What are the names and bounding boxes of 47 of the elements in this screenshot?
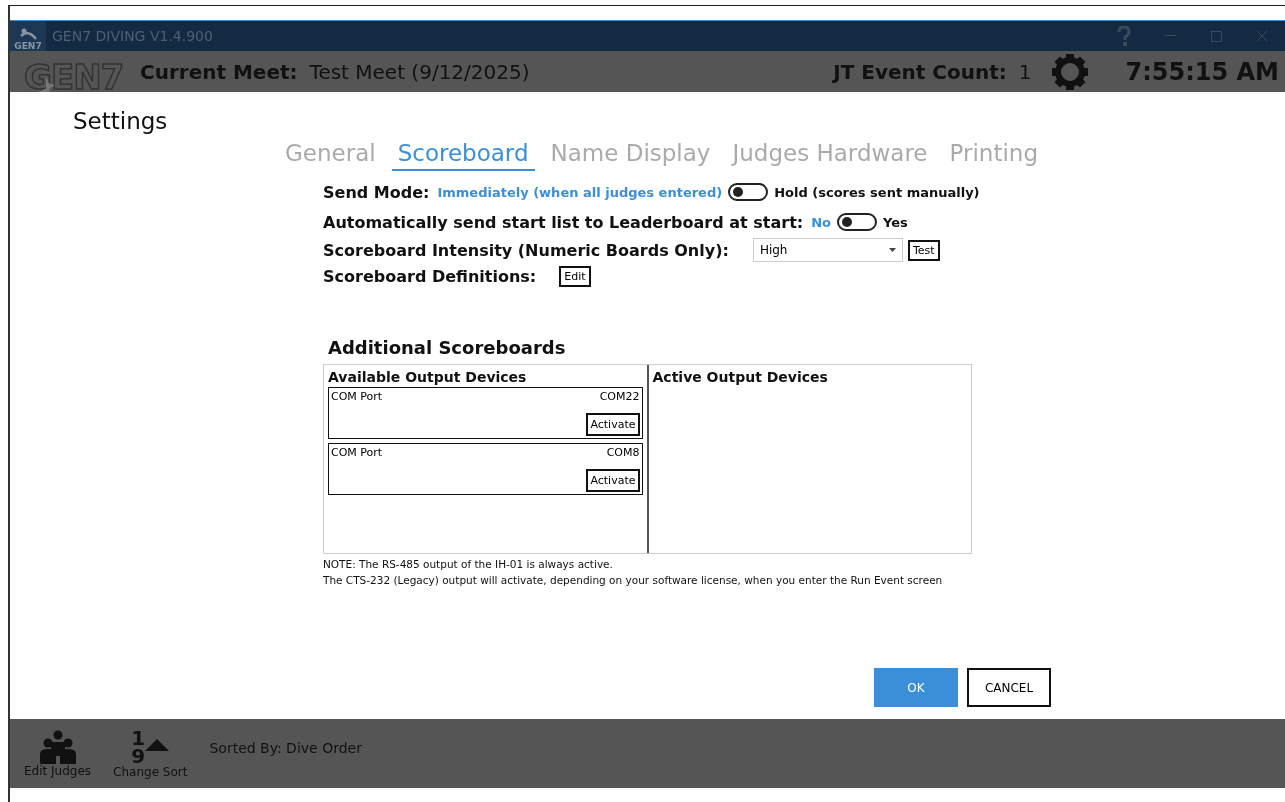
note-text: NOTE: The RS-485 output of the IH-01 is always active.	[323, 557, 614, 572]
settings-tab[interactable]: Printing	[943, 140, 1044, 171]
toggle-switch[interactable]	[837, 213, 877, 231]
edit-judges-label[interactable]: Edit Judges	[24, 763, 92, 778]
caret-icon[interactable]	[888, 248, 896, 252]
toggle-option: Hold (scores sent manually)	[774, 184, 980, 200]
column-title: Available Output Devices	[328, 369, 528, 385]
edit-button[interactable]: Edit	[559, 265, 591, 287]
sort-digits: 1 9	[131, 728, 146, 765]
intensity-dropdown[interactable]: High	[752, 238, 903, 262]
send-mode-label: Send Mode:	[323, 182, 430, 202]
column-title: Active Output Devices	[652, 369, 829, 385]
current-meet-value: Test Meet (9/12/2025)	[309, 59, 530, 84]
event-count-label: JT Event Count:	[833, 59, 1007, 84]
toggle-option: Immediately (when all judges entered)	[437, 184, 723, 200]
settings-tab[interactable]: Judges Hardware	[726, 140, 934, 171]
window-title: GEN7 DIVING V1.4.900	[52, 28, 214, 44]
sorted-by-text: Sorted By: Dive Order	[209, 739, 362, 756]
activate-button[interactable]: Activate	[586, 413, 640, 436]
settings-icon[interactable]	[1051, 52, 1090, 91]
toggle-switch[interactable]	[728, 183, 769, 201]
clock: 7:55:15 AM	[1125, 57, 1279, 86]
current-meet-label: Current Meet:	[140, 59, 298, 84]
test-button[interactable]: Test	[907, 239, 940, 261]
note-text: The CTS-232 (Legacy) output will activate, depending on your software license, when you enter the Run Event screen	[323, 573, 944, 588]
settings-tab[interactable]: General	[279, 140, 382, 171]
ok-button[interactable]: OK	[874, 668, 958, 707]
page-title: Settings	[73, 108, 169, 134]
people-icon[interactable]	[37, 729, 78, 764]
device-port: COM8	[606, 446, 640, 459]
intensity-label: Scoreboard Intensity (Numeric Boards Only):	[323, 240, 729, 260]
device-port: COM22	[599, 390, 640, 403]
toggle-option: No	[811, 214, 831, 230]
event-count-value: 1	[1018, 59, 1032, 84]
auto-send-label: Automatically send start list to Leaderboard at start:	[323, 212, 804, 232]
toggle-option: Yes	[883, 214, 908, 230]
definitions-label: Scoreboard Definitions:	[323, 266, 537, 286]
activate-button[interactable]: Activate	[586, 469, 640, 492]
settings-tab[interactable]: Scoreboard	[391, 140, 535, 171]
triangle-up-icon[interactable]	[145, 738, 170, 751]
section-title: Additional Scoreboards	[328, 337, 567, 358]
app-logo: GEN7	[10, 21, 46, 51]
change-sort-label[interactable]: Change Sort	[113, 764, 188, 779]
cancel-button[interactable]: CANCEL	[967, 668, 1051, 707]
settings-tab[interactable]: Name Display	[544, 140, 717, 171]
device-type: COM Port	[331, 446, 383, 459]
device-type: COM Port	[331, 390, 383, 403]
